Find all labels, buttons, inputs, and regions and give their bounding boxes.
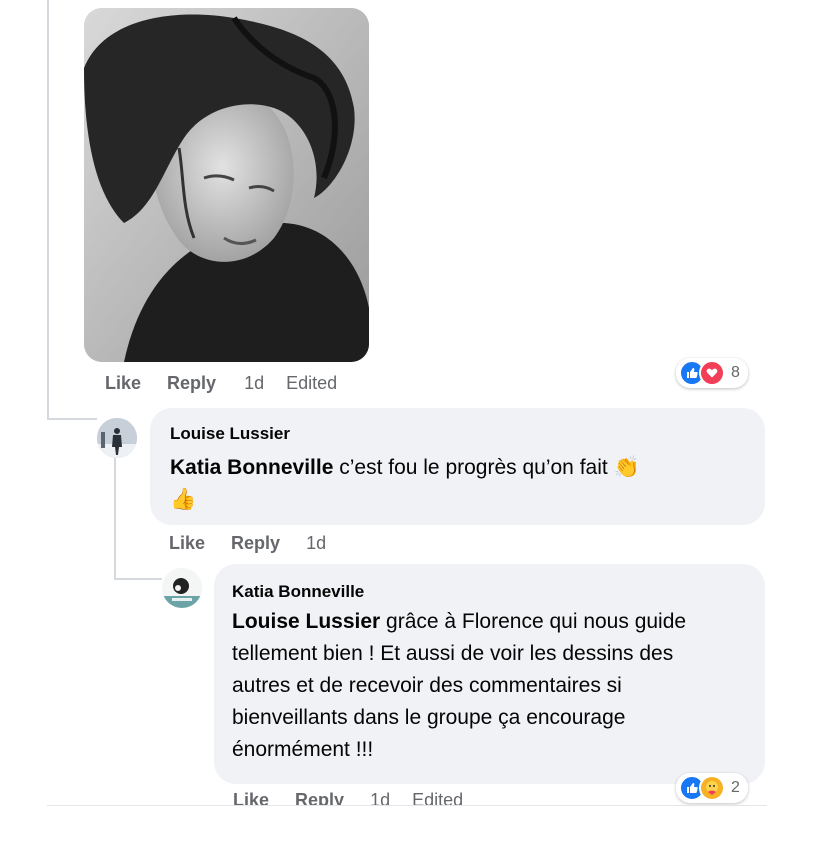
avatar[interactable]: [162, 568, 202, 608]
user-photo-icon: [97, 418, 137, 458]
thread-line: [114, 458, 116, 580]
reaction-count: 8: [731, 364, 740, 381]
like-button[interactable]: Like: [233, 790, 269, 806]
care-icon: [699, 775, 725, 801]
clapping-hands-icon: 👏: [613, 456, 640, 479]
timestamp[interactable]: 1d: [370, 790, 390, 806]
reply-button[interactable]: Reply: [167, 373, 216, 394]
mention-link[interactable]: Louise Lussier: [232, 610, 380, 633]
reply-button[interactable]: Reply: [295, 790, 344, 806]
timestamp[interactable]: 1d: [306, 533, 326, 554]
thumbs-up-icon: 👍: [170, 488, 197, 511]
comment-bubble: Louise Lussier Katia Bonneville c’est fo…: [150, 408, 765, 525]
avatar[interactable]: [97, 418, 137, 458]
reply-button[interactable]: Reply: [231, 533, 280, 554]
timestamp[interactable]: 1d: [244, 373, 264, 394]
comment-text: Louise Lussier grâce à Florence qui nous…: [232, 606, 732, 766]
comment-author[interactable]: Louise Lussier: [170, 424, 290, 444]
like-button[interactable]: Like: [105, 373, 141, 394]
comment-actions: Like Reply 1d Edited: [233, 790, 485, 806]
comment-message: c’est fou le progrès qu’on fait: [333, 456, 614, 479]
edited-label: Edited: [412, 790, 464, 806]
love-icon: [699, 360, 725, 386]
thread-line: [114, 578, 162, 580]
divider: [47, 805, 767, 806]
thread-line: [47, 418, 97, 420]
post-photo[interactable]: [84, 8, 369, 362]
edited-label: Edited: [286, 373, 338, 393]
thread-line: [47, 0, 49, 420]
mention-link[interactable]: Katia Bonneville: [170, 456, 333, 479]
reaction-count: 2: [731, 779, 740, 796]
comment-text: Katia Bonneville c’est fou le progrès qu…: [170, 452, 750, 516]
user-photo-icon: [162, 568, 202, 608]
like-button[interactable]: Like: [169, 533, 205, 554]
comment-actions: Like Reply 1d: [169, 533, 348, 554]
comment-bubble: Katia Bonneville Louise Lussier grâce à …: [214, 564, 765, 784]
post-reactions[interactable]: 8: [676, 358, 748, 388]
post-actions: Like Reply 1d Edited: [105, 373, 359, 394]
comment-author[interactable]: Katia Bonneville: [232, 582, 364, 602]
portrait-drawing-icon: [84, 8, 369, 362]
comment-reactions[interactable]: 2: [676, 773, 748, 803]
